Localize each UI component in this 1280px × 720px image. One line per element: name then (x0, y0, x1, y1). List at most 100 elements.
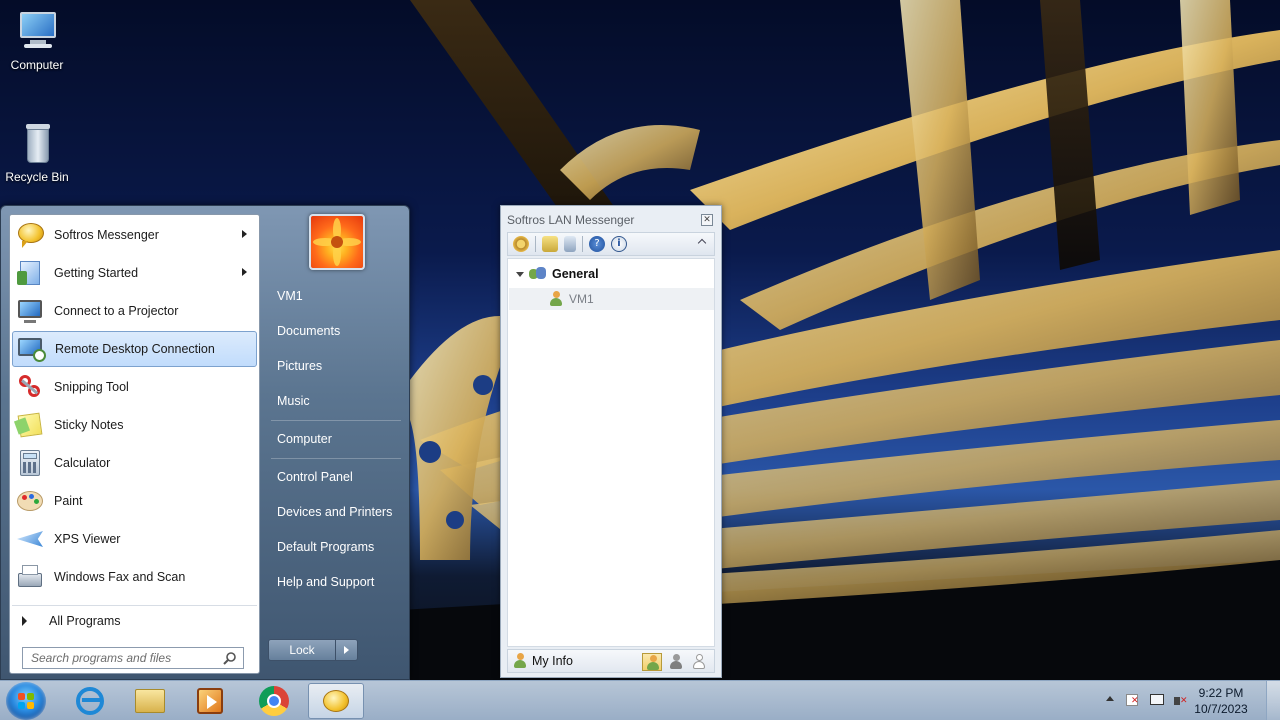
fax-scan-icon (14, 561, 46, 593)
info-icon[interactable]: i (611, 236, 627, 252)
my-info-button[interactable]: My Info (513, 653, 573, 669)
all-programs-label: All Programs (49, 613, 121, 628)
paint-icon (14, 485, 46, 517)
program-label: Connect to a Projector (54, 304, 179, 318)
projector-icon (14, 295, 46, 327)
program-label: Snipping Tool (54, 380, 129, 394)
program-label: Calculator (54, 456, 111, 470)
history-icon[interactable] (564, 236, 576, 252)
divider (271, 458, 401, 459)
programs-pane: Softros Messenger Getting Started Connec… (9, 214, 260, 674)
start-button[interactable] (6, 682, 46, 720)
desktop-icon-label: Computer (10, 58, 64, 72)
settings-icon[interactable] (513, 236, 529, 252)
open-folder-icon[interactable] (542, 236, 558, 252)
user-icon (549, 291, 563, 307)
taskbar: ✕ ✕ 9:22 PM 10/7/2023 (0, 680, 1280, 720)
search-box[interactable] (22, 647, 244, 669)
link-documents[interactable]: Documents (268, 317, 403, 345)
link-label: Default Programs (277, 540, 375, 554)
taskbar-internet-explorer[interactable] (62, 683, 118, 719)
program-label: Sticky Notes (54, 418, 124, 432)
xps-viewer-icon (14, 523, 46, 555)
search-icon[interactable] (223, 652, 237, 666)
action-center-flag-icon[interactable]: ✕ (1126, 694, 1140, 708)
messenger-status-bar: My Info (507, 649, 715, 673)
contact-name: VM1 (569, 292, 594, 306)
desktop-icon-label: Recycle Bin (5, 170, 69, 184)
program-label: Softros Messenger (54, 228, 159, 242)
link-help-support[interactable]: Help and Support (268, 568, 403, 596)
my-info-icon (513, 653, 527, 669)
status-away-icon[interactable] (666, 653, 686, 671)
lock-button[interactable]: Lock (268, 639, 336, 661)
link-label: Documents (277, 324, 341, 338)
group-icon (529, 267, 547, 281)
program-snipping-tool[interactable]: Snipping Tool (12, 369, 257, 405)
link-control-panel[interactable]: Control Panel (268, 463, 403, 491)
computer-icon (14, 8, 60, 54)
taskbar-chrome[interactable] (246, 683, 302, 719)
link-pictures[interactable]: Pictures (268, 352, 403, 380)
contact-vm1[interactable]: VM1 (509, 288, 714, 310)
remote-desktop-icon (15, 333, 47, 365)
group-name: General (552, 267, 599, 281)
program-remote-desktop[interactable]: Remote Desktop Connection (12, 331, 257, 367)
link-default-programs[interactable]: Default Programs (268, 533, 403, 561)
status-available-icon[interactable] (642, 653, 662, 671)
taskbar-softros-messenger[interactable] (308, 683, 364, 719)
recycle-bin-icon (14, 120, 60, 166)
desktop-icon-recycle-bin[interactable]: Recycle Bin (0, 120, 74, 184)
link-label: Help and Support (277, 575, 375, 589)
link-label: Music (277, 394, 310, 408)
all-programs-button[interactable]: All Programs (12, 605, 257, 635)
program-softros-messenger[interactable]: Softros Messenger (12, 217, 257, 253)
show-hidden-icons-icon[interactable] (1106, 696, 1114, 701)
collapse-toolbar-button[interactable] (698, 238, 708, 248)
status-offline-icon[interactable] (689, 653, 709, 671)
power-options-arrow-button[interactable] (336, 639, 358, 661)
network-icon[interactable] (1150, 694, 1164, 708)
show-desktop-button[interactable] (1266, 681, 1280, 720)
link-label: Pictures (277, 359, 323, 373)
link-label: Control Panel (277, 470, 353, 484)
program-sticky-notes[interactable]: Sticky Notes (12, 407, 257, 443)
windows-logo-icon (18, 693, 25, 700)
link-devices-printers[interactable]: Devices and Printers (268, 498, 403, 526)
flower-icon (313, 218, 361, 266)
submenu-arrow-icon (242, 230, 247, 238)
program-paint[interactable]: Paint (12, 483, 257, 519)
program-label: XPS Viewer (54, 532, 121, 546)
getting-started-icon (14, 257, 46, 289)
program-label: Windows Fax and Scan (54, 570, 186, 584)
program-xps-viewer[interactable]: XPS Viewer (12, 521, 257, 557)
submenu-arrow-icon (242, 268, 247, 276)
link-user[interactable]: VM1 (268, 282, 403, 310)
taskbar-media-player[interactable] (182, 683, 238, 719)
toolbar-divider (535, 236, 536, 252)
file-explorer-icon (135, 689, 165, 713)
help-icon[interactable]: ? (589, 236, 605, 252)
clock[interactable]: 9:22 PM 10/7/2023 (1186, 685, 1256, 717)
group-general[interactable]: General (516, 267, 599, 281)
collapse-arrow-icon[interactable] (516, 271, 524, 277)
user-picture[interactable] (309, 214, 365, 270)
desktop-icon-computer[interactable]: Computer (0, 8, 74, 72)
search-input[interactable] (31, 651, 221, 665)
program-label: Remote Desktop Connection (55, 342, 215, 356)
program-getting-started[interactable]: Getting Started (12, 255, 257, 291)
program-label: Paint (54, 494, 83, 508)
my-info-label: My Info (532, 654, 573, 668)
link-computer[interactable]: Computer (268, 425, 403, 453)
close-button[interactable]: ✕ (701, 214, 713, 226)
link-music[interactable]: Music (268, 387, 403, 415)
program-connect-projector[interactable]: Connect to a Projector (12, 293, 257, 329)
softros-messenger-icon (14, 219, 46, 251)
taskbar-file-explorer[interactable] (122, 683, 178, 719)
program-fax-scan[interactable]: Windows Fax and Scan (12, 559, 257, 595)
internet-explorer-icon (76, 687, 104, 715)
contact-list: General VM1 (507, 258, 715, 647)
link-label: Devices and Printers (277, 505, 393, 519)
divider (271, 420, 401, 421)
program-calculator[interactable]: Calculator (12, 445, 257, 481)
